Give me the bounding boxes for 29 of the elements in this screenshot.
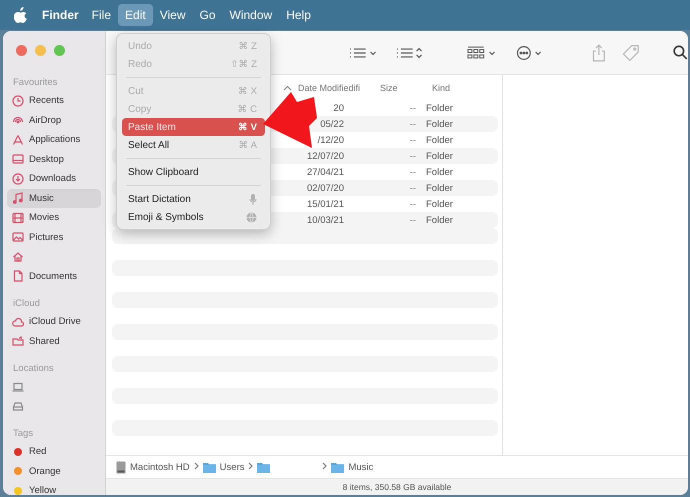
sidebar-heading: iCloud (12, 297, 41, 311)
table-cell-text: Folder (426, 134, 454, 146)
table-cell-text: Folder (426, 102, 454, 114)
table-cell-text: 12/07/20 (306, 150, 344, 162)
table-cell-text: -- (408, 118, 417, 130)
status-text: 8 items, 350.58 GB available (342, 482, 452, 492)
table-cell-text: Folder (426, 150, 454, 162)
table-cell-text: Folder (426, 166, 454, 178)
table-cell-text: 05/22 (319, 118, 344, 130)
sidebar-heading: Tags (12, 427, 34, 441)
table-cell-text: 02/07/20 (306, 182, 344, 194)
sidebar-heading: Locations (12, 362, 55, 376)
table-cell-text: 15/01/21 (306, 198, 344, 210)
table-cell-text: 20 (332, 102, 344, 114)
table-cell-text: Folder (426, 198, 454, 210)
table-cell-text: /12/20 (316, 134, 344, 146)
table-cell-text: -- (408, 214, 417, 226)
table-cell-text: -- (408, 150, 417, 162)
table-cell-text: -- (408, 182, 417, 194)
table-cell-text: 27/04/21 (306, 166, 344, 178)
table-cell-text: -- (408, 134, 417, 146)
table-cell-text: -- (408, 166, 417, 178)
sidebar-heading: Favourites (12, 76, 58, 90)
table-cell-text: Folder (426, 214, 454, 226)
table-cell-text: Folder (426, 182, 454, 194)
table-cell-text: Folder (426, 118, 454, 130)
table-cell-text: 10/03/21 (306, 214, 344, 226)
table-cell-text: -- (408, 102, 417, 114)
table-cell-text: -- (408, 198, 417, 210)
